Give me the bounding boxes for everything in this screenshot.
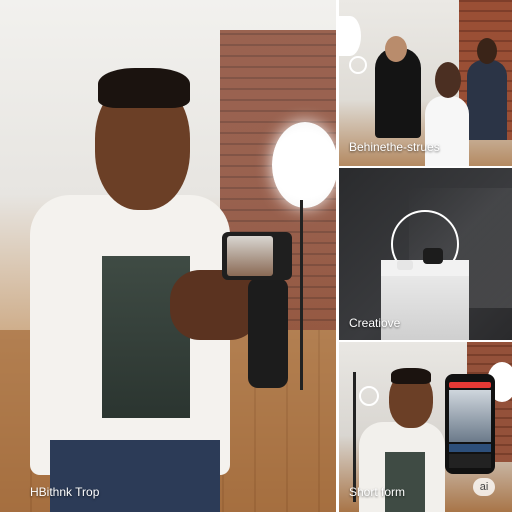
main-photo-tile[interactable]: HBithnk Trop: [0, 0, 336, 512]
model: [425, 96, 469, 166]
shirt-print: [385, 452, 425, 512]
ai-badge[interactable]: ai: [473, 478, 495, 496]
bottom-right-photo-tile[interactable]: ai Short form: [339, 342, 512, 512]
light-stand: [300, 200, 303, 390]
softbox-light: [272, 122, 336, 208]
person-jeans: [50, 440, 220, 512]
gimbal-handle: [248, 278, 288, 388]
main-caption: HBithnk Trop: [30, 485, 100, 499]
timeline-bar: [449, 444, 491, 452]
middle-right-caption: Creatiove: [349, 316, 401, 330]
model-hair: [435, 62, 461, 98]
phone-controls: [449, 454, 491, 468]
pedestal: [381, 274, 469, 340]
observer-head: [477, 38, 497, 64]
product-box: [397, 260, 413, 270]
observer: [467, 60, 507, 140]
recording-indicator: [449, 382, 491, 388]
smartphone-screen: [227, 236, 273, 276]
person-hair: [391, 368, 431, 384]
record-ring-icon: [349, 56, 367, 74]
image-collage: HBithnk Trop Behinethe-strues Creatiove: [0, 0, 512, 512]
studio-light: [339, 16, 361, 56]
top-right-caption: Behinethe-strues: [349, 140, 440, 154]
person-arm: [170, 270, 260, 340]
top-right-photo-tile[interactable]: Behinethe-strues: [339, 0, 512, 166]
makeup-artist-head: [385, 36, 407, 62]
person-hair: [98, 68, 190, 108]
smartphone-screen: [449, 390, 491, 442]
earbuds-case: [423, 248, 443, 264]
bottom-right-caption: Short form: [349, 485, 406, 499]
record-ring-icon: [359, 386, 379, 406]
middle-right-photo-tile[interactable]: Creatiove: [339, 168, 512, 340]
